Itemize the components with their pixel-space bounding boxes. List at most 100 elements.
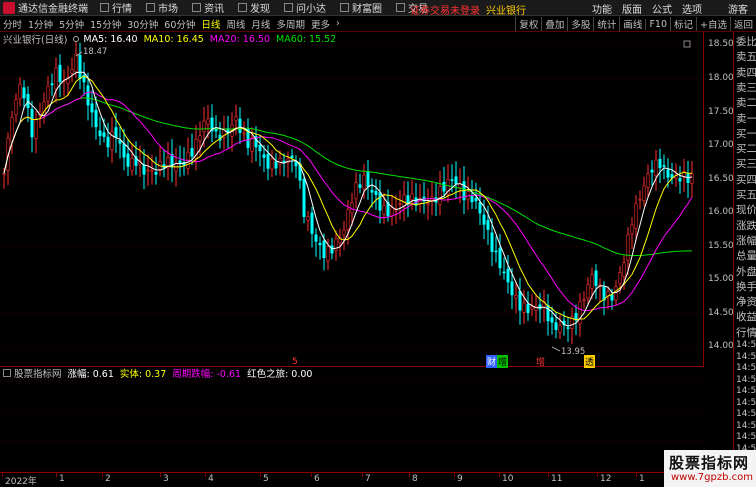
menu-quote[interactable]: 行情 <box>100 0 132 15</box>
indicator-icon[interactable] <box>3 369 11 377</box>
price-label: 17.00 <box>708 140 734 150</box>
date-tick <box>2 473 3 477</box>
date-label: 6 <box>314 474 320 484</box>
candle-body <box>250 137 254 152</box>
quote-row: 涨幅 <box>736 234 756 247</box>
candle-body <box>374 190 378 195</box>
quote-row: 行情 <box>736 326 756 339</box>
candle-body <box>322 240 326 259</box>
tool-overlay[interactable]: 叠加 <box>541 17 567 31</box>
candle-body <box>326 246 330 262</box>
tool-adjust[interactable]: 复权 <box>515 17 541 31</box>
period-1min[interactable]: 1分钟 <box>25 17 56 31</box>
candle-body <box>78 54 82 80</box>
quote-row: 买一 <box>736 127 756 140</box>
stock-name[interactable]: 兴业银行(日线) <box>3 32 67 46</box>
indicator-panel[interactable] <box>0 367 703 472</box>
period-15min[interactable]: 15分钟 <box>87 17 124 31</box>
trade-icon <box>396 3 405 12</box>
candlesticks <box>2 41 694 345</box>
period-intraday[interactable]: 分时 <box>0 17 25 31</box>
chart-maximize-icon[interactable] <box>683 40 691 48</box>
tool-draw[interactable]: 画线 <box>619 17 645 31</box>
menu-wealth[interactable]: 财富圈 <box>340 0 382 15</box>
period-daily[interactable]: 日线 <box>198 17 223 31</box>
candle-body <box>30 108 34 138</box>
candle-body <box>258 144 262 152</box>
candle-body <box>294 161 298 167</box>
candle-body <box>126 153 130 167</box>
quote-row: 卖五 <box>736 51 756 64</box>
period-5min[interactable]: 5分钟 <box>56 17 87 31</box>
candle-body <box>678 178 682 182</box>
date-tick <box>205 473 206 477</box>
indicator-info-line: 股票指标网 涨幅: 0.61 实体: 0.37 周期跌幅: -0.61 红色之旅… <box>0 366 313 380</box>
tool-multi-stock[interactable]: 多股 <box>567 17 593 31</box>
candle-body <box>578 301 582 325</box>
quote-row: 卖三 <box>736 81 756 94</box>
trade-time: 14:56 <box>736 374 756 385</box>
quote-row: 收益 <box>736 311 756 324</box>
tool-stats[interactable]: 统计 <box>593 17 619 31</box>
trade-login-notice[interactable]: 证券交易未登录 兴业银行 <box>410 2 526 17</box>
candle-body <box>626 234 630 261</box>
candle-body <box>302 178 306 217</box>
candle-body <box>358 184 362 188</box>
candle-body <box>378 192 382 211</box>
candle-body <box>478 202 482 214</box>
candle-body <box>490 232 494 252</box>
period-30min[interactable]: 30分钟 <box>124 17 161 31</box>
menu-function[interactable]: 功能 <box>592 1 612 16</box>
candle-body <box>114 127 118 138</box>
candle-body <box>638 198 642 201</box>
guest-user[interactable]: 游客 <box>728 1 748 16</box>
wealth-icon <box>340 3 349 12</box>
candle-body <box>454 176 458 185</box>
candle-body <box>634 202 638 229</box>
tool-back[interactable]: 返回 <box>729 17 756 31</box>
candle-body <box>262 154 266 158</box>
period-more[interactable]: 更多 <box>308 17 333 31</box>
indicator-red-trip: 红色之旅: 0.00 <box>247 369 313 380</box>
menu-discover[interactable]: 发现 <box>238 0 270 15</box>
quote-panel: 委比 卖五 卖四 卖三 卖二 卖一 买一 买二 买三 买四 买五 现价 涨跌 涨幅 总量 外盘 换手 净资 收益 行情… <box>733 32 756 472</box>
menu-options[interactable]: 选项 <box>682 1 702 16</box>
menu-news[interactable]: 资讯 <box>192 0 224 15</box>
candle-body <box>494 250 498 253</box>
period-more-caret[interactable]: › <box>333 18 343 29</box>
candle-body <box>102 132 106 137</box>
menu-formula[interactable]: 公式 <box>652 1 672 16</box>
candle-body <box>486 220 490 230</box>
candle-body <box>522 302 526 313</box>
period-60min[interactable]: 60分钟 <box>161 17 198 31</box>
period-monthly[interactable]: 月线 <box>248 17 273 31</box>
menu-market[interactable]: 市场 <box>146 0 178 15</box>
candle-body <box>366 170 370 187</box>
tool-mark[interactable]: 标记 <box>670 17 696 31</box>
candle-body <box>398 203 402 206</box>
candle-body <box>582 299 586 301</box>
menu-ask[interactable]: 问小达 <box>284 0 326 15</box>
date-tick <box>362 473 363 477</box>
quote-row: 净资 <box>736 296 756 309</box>
date-tick <box>409 473 410 477</box>
candle-body <box>630 224 634 235</box>
menu-layout[interactable]: 版面 <box>622 1 642 16</box>
candle-body <box>266 153 270 169</box>
date-label: 11 <box>551 474 563 484</box>
candle-body <box>274 161 278 169</box>
kline-chart[interactable]: 18.47 13.95 <box>0 32 703 367</box>
indicator-name[interactable]: 股票指标网 <box>14 366 62 380</box>
app-logo-icon <box>3 1 15 14</box>
period-weekly[interactable]: 周线 <box>223 17 248 31</box>
period-multi[interactable]: 多周期 <box>273 17 308 31</box>
settings-dot-icon[interactable] <box>73 36 80 42</box>
date-tick <box>548 473 549 477</box>
candle-body <box>318 242 322 246</box>
quote-row: 买二 <box>736 143 756 156</box>
candle-body <box>54 67 58 90</box>
tool-f10[interactable]: F10 <box>645 18 670 30</box>
candle-body <box>18 83 22 100</box>
price-label: 18.50 <box>708 39 734 49</box>
tool-add-watchlist[interactable]: +自选 <box>696 17 730 31</box>
